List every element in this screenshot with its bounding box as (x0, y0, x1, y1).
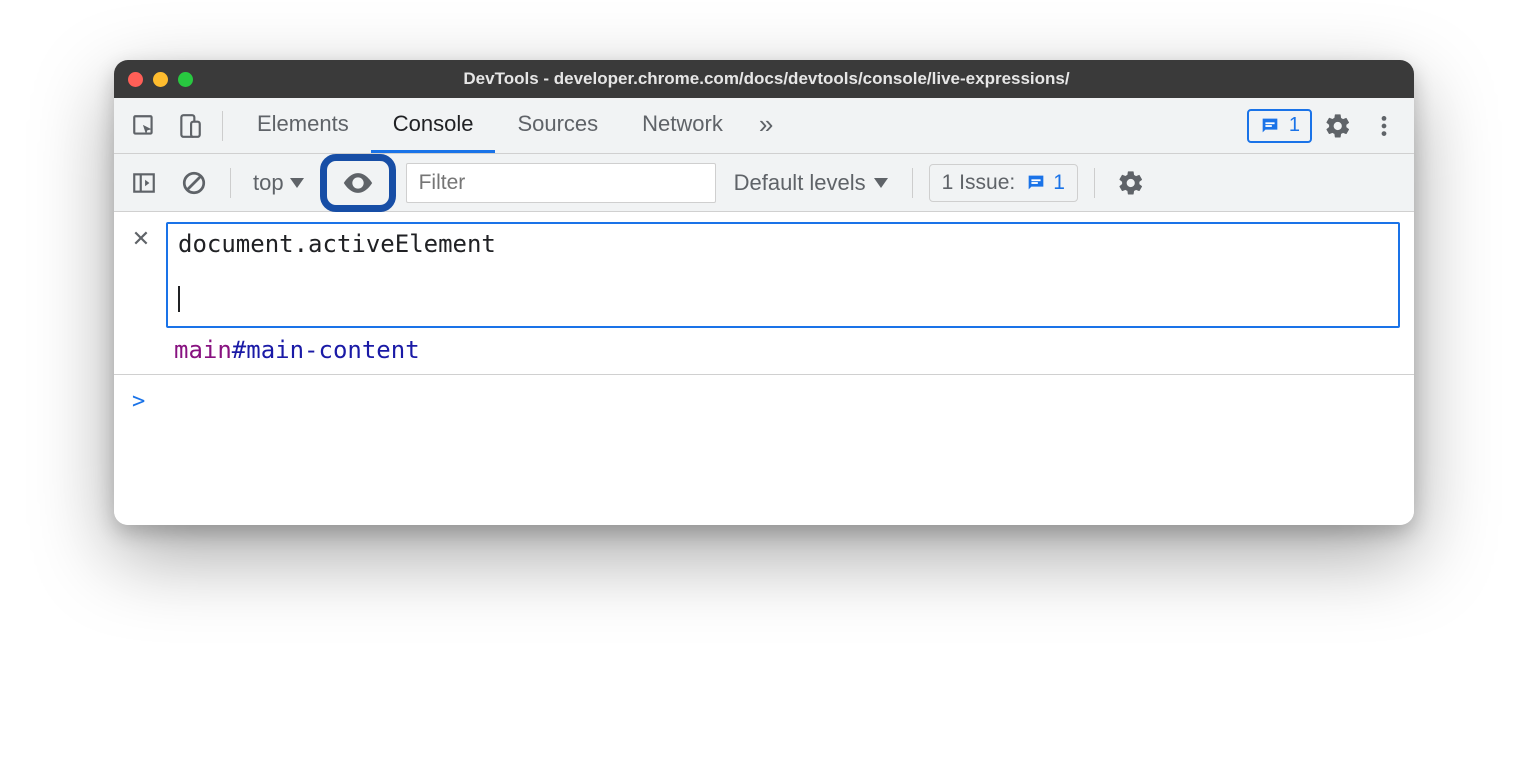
issues-count: 1 (1053, 171, 1065, 195)
text-cursor (178, 286, 180, 312)
live-expression-text: document.activeElement (178, 230, 1388, 258)
tab-sources[interactable]: Sources (495, 98, 620, 153)
create-live-expression-button[interactable] (320, 154, 396, 212)
toggle-sidebar-icon[interactable] (124, 163, 164, 203)
message-icon (1025, 172, 1047, 194)
log-levels-selector[interactable]: Default levels (726, 170, 896, 196)
tabs-overflow-icon[interactable]: » (745, 98, 787, 153)
context-label: top (253, 170, 284, 196)
clear-console-icon[interactable] (174, 163, 214, 203)
divider (1094, 168, 1095, 198)
chevron-down-icon (874, 178, 888, 188)
result-tag: main (174, 336, 232, 364)
window-title: DevTools - developer.chrome.com/docs/dev… (133, 69, 1400, 89)
context-selector[interactable]: top (247, 170, 310, 196)
divider (230, 168, 231, 198)
messages-chip[interactable]: 1 (1247, 109, 1312, 143)
console-settings-icon[interactable] (1111, 163, 1151, 203)
live-expression-result[interactable]: main#main-content (174, 336, 1400, 364)
message-icon (1259, 115, 1281, 137)
inspect-element-icon[interactable] (124, 106, 164, 146)
window-titlebar: DevTools - developer.chrome.com/docs/dev… (114, 60, 1414, 98)
console-toolbar: top Default levels 1 Issue: 1 (114, 154, 1414, 212)
filter-input[interactable] (406, 163, 716, 203)
settings-icon[interactable] (1318, 106, 1358, 146)
divider (222, 111, 223, 141)
eye-icon (341, 166, 375, 200)
issues-chip[interactable]: 1 Issue: 1 (929, 164, 1078, 202)
tab-elements[interactable]: Elements (235, 98, 371, 153)
toggle-device-toolbar-icon[interactable] (170, 106, 210, 146)
console-prompt-caret: > (132, 389, 145, 414)
more-menu-icon[interactable] (1364, 106, 1404, 146)
main-tabbar: Elements Console Sources Network » 1 (114, 98, 1414, 154)
console-body[interactable]: > (114, 375, 1414, 525)
tab-console[interactable]: Console (371, 98, 496, 153)
chevron-down-icon (290, 178, 304, 188)
tab-network[interactable]: Network (620, 98, 745, 153)
levels-label: Default levels (734, 170, 866, 196)
panel-tabs: Elements Console Sources Network » (235, 98, 787, 153)
divider (912, 168, 913, 198)
result-id: #main-content (232, 336, 420, 364)
remove-live-expression-button[interactable]: ✕ (128, 226, 154, 252)
live-expression-section: ✕ document.activeElement main#main-conte… (114, 212, 1414, 375)
messages-count: 1 (1289, 114, 1300, 137)
devtools-window: DevTools - developer.chrome.com/docs/dev… (114, 60, 1414, 525)
issues-label: 1 Issue: (942, 171, 1016, 195)
live-expression-input[interactable]: document.activeElement (166, 222, 1400, 328)
